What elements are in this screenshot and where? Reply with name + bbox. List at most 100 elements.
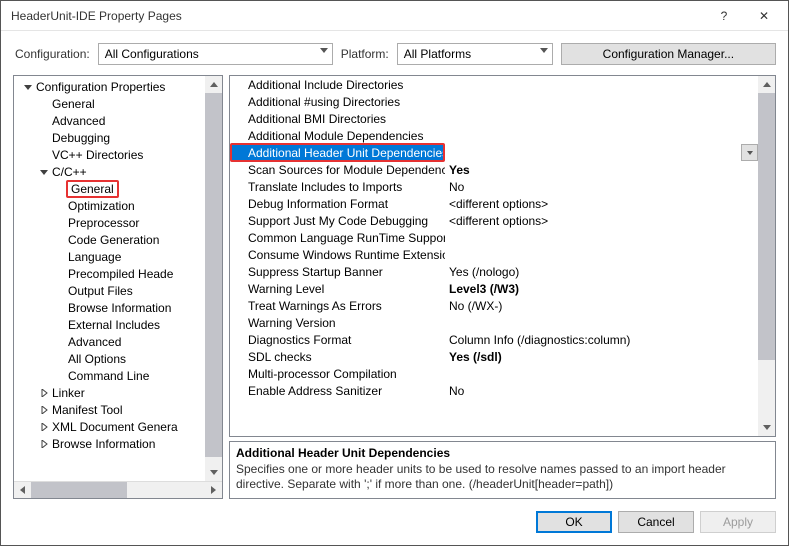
property-row[interactable]: Additional BMI Directories [230, 110, 758, 127]
property-value[interactable]: Yes (/sdl) [445, 350, 758, 364]
tree-item[interactable]: Configuration Properties [14, 78, 222, 95]
tree-item[interactable]: Language [14, 248, 222, 265]
property-row[interactable]: Consume Windows Runtime Extension [230, 246, 758, 263]
tree-item[interactable]: General [14, 95, 222, 112]
tree-item-label: XML Document Genera [50, 420, 180, 434]
description-panel: Additional Header Unit Dependencies Spec… [229, 441, 776, 499]
tree-item[interactable]: Advanced [14, 333, 222, 350]
property-value[interactable]: Column Info (/diagnostics:column) [445, 333, 758, 347]
property-grid[interactable]: Additional Include DirectoriesAdditional… [229, 75, 776, 437]
tree-item-label: Linker [50, 386, 87, 400]
configuration-manager-button[interactable]: Configuration Manager... [561, 43, 776, 65]
property-row[interactable]: Scan Sources for Module DependenciesYes [230, 161, 758, 178]
property-row[interactable]: Common Language RunTime Support [230, 229, 758, 246]
tree-item-label: Configuration Properties [34, 80, 167, 94]
tree-item[interactable]: VC++ Directories [14, 146, 222, 163]
scrollbar-thumb[interactable] [31, 482, 127, 498]
tree-item-label: Command Line [66, 369, 151, 383]
grid-vertical-scrollbar[interactable] [758, 76, 775, 436]
property-value[interactable]: No (/WX-) [445, 299, 758, 313]
property-value[interactable]: Yes (/nologo) [445, 265, 758, 279]
property-value[interactable]: <different options> [445, 197, 758, 211]
property-value[interactable]: Yes [445, 163, 758, 177]
tree-item-label: Debugging [50, 131, 112, 145]
property-value[interactable]: No [445, 384, 758, 398]
chevron-down-icon [747, 151, 753, 155]
window-title: HeaderUnit-IDE Property Pages [11, 9, 704, 23]
expander-closed-icon[interactable] [38, 440, 50, 448]
ok-button[interactable]: OK [536, 511, 612, 533]
help-button[interactable]: ? [704, 2, 744, 30]
property-name: Debug Information Format [230, 197, 445, 211]
tree-item[interactable]: Debugging [14, 129, 222, 146]
close-button[interactable]: ✕ [744, 2, 784, 30]
tree-item[interactable]: Optimization [14, 197, 222, 214]
tree-item-label: General [50, 97, 97, 111]
property-row[interactable]: Additional Include Directories [230, 76, 758, 93]
description-text: Specifies one or more header units to be… [236, 462, 769, 492]
tree-item[interactable]: All Options [14, 350, 222, 367]
tree-item[interactable]: Browse Information [14, 299, 222, 316]
property-row[interactable]: Suppress Startup BannerYes (/nologo) [230, 263, 758, 280]
property-name: Multi-processor Compilation [230, 367, 445, 381]
scrollbar-thumb[interactable] [758, 93, 775, 360]
tree-item-label: Optimization [66, 199, 137, 213]
configuration-dropdown[interactable]: All Configurations [98, 43, 333, 65]
tree-item[interactable]: Code Generation [14, 231, 222, 248]
scroll-down-icon [763, 425, 771, 430]
description-title: Additional Header Unit Dependencies [236, 446, 769, 460]
tree-item[interactable]: Manifest Tool [14, 401, 222, 418]
expander-closed-icon[interactable] [38, 406, 50, 414]
property-row[interactable]: Warning Version [230, 314, 758, 331]
scroll-up-icon [763, 82, 771, 87]
tree-item[interactable]: Advanced [14, 112, 222, 129]
category-tree[interactable]: Configuration PropertiesGeneralAdvancedD… [13, 75, 223, 499]
expander-closed-icon[interactable] [38, 423, 50, 431]
property-value[interactable]: <different options> [445, 214, 758, 228]
tree-item[interactable]: C/C++ [14, 163, 222, 180]
tree-item-label: External Includes [66, 318, 162, 332]
tree-item[interactable]: General [14, 180, 222, 197]
tree-item[interactable]: Precompiled Heade [14, 265, 222, 282]
main-area: Configuration PropertiesGeneralAdvancedD… [13, 75, 776, 499]
property-dropdown-button[interactable] [741, 144, 758, 161]
property-row[interactable]: Multi-processor Compilation [230, 365, 758, 382]
expander-closed-icon[interactable] [38, 389, 50, 397]
configuration-label: Configuration: [15, 47, 90, 61]
property-row[interactable]: Diagnostics FormatColumn Info (/diagnost… [230, 331, 758, 348]
tree-horizontal-scrollbar[interactable] [14, 481, 222, 498]
property-row[interactable]: Enable Address SanitizerNo [230, 382, 758, 399]
tree-item[interactable]: Browse Information [14, 435, 222, 452]
property-name: Treat Warnings As Errors [230, 299, 445, 313]
property-row[interactable]: Warning LevelLevel3 (/W3) [230, 280, 758, 297]
property-name: Suppress Startup Banner [230, 265, 445, 279]
tree-item-label: All Options [66, 352, 128, 366]
tree-item[interactable]: Output Files [14, 282, 222, 299]
property-value[interactable]: No [445, 180, 758, 194]
tree-vertical-scrollbar[interactable] [205, 76, 222, 481]
property-row[interactable]: Debug Information Format<different optio… [230, 195, 758, 212]
tree-item[interactable]: Linker [14, 384, 222, 401]
property-value[interactable]: Level3 (/W3) [445, 282, 758, 296]
tree-item[interactable]: Preprocessor [14, 214, 222, 231]
property-row[interactable]: Additional #using Directories [230, 93, 758, 110]
property-row[interactable]: Support Just My Code Debugging<different… [230, 212, 758, 229]
property-name: Additional BMI Directories [230, 112, 445, 126]
property-row[interactable]: Additional Module Dependencies [230, 127, 758, 144]
expander-open-icon[interactable] [38, 168, 50, 176]
property-name: Scan Sources for Module Dependencies [230, 163, 445, 177]
property-row[interactable]: SDL checksYes (/sdl) [230, 348, 758, 365]
cancel-button[interactable]: Cancel [618, 511, 694, 533]
tree-item[interactable]: Command Line [14, 367, 222, 384]
tree-item[interactable]: External Includes [14, 316, 222, 333]
tree-item-label: Browse Information [66, 301, 173, 315]
expander-open-icon[interactable] [22, 83, 34, 91]
tree-item[interactable]: XML Document Genera [14, 418, 222, 435]
scroll-down-icon [210, 470, 218, 475]
scrollbar-thumb[interactable] [205, 93, 222, 457]
property-row[interactable]: Translate Includes to ImportsNo [230, 178, 758, 195]
tree-item-label: Language [66, 250, 123, 264]
property-row[interactable]: Treat Warnings As ErrorsNo (/WX-) [230, 297, 758, 314]
platform-dropdown[interactable]: All Platforms [397, 43, 553, 65]
property-row[interactable]: Additional Header Unit Dependencies [230, 144, 758, 161]
